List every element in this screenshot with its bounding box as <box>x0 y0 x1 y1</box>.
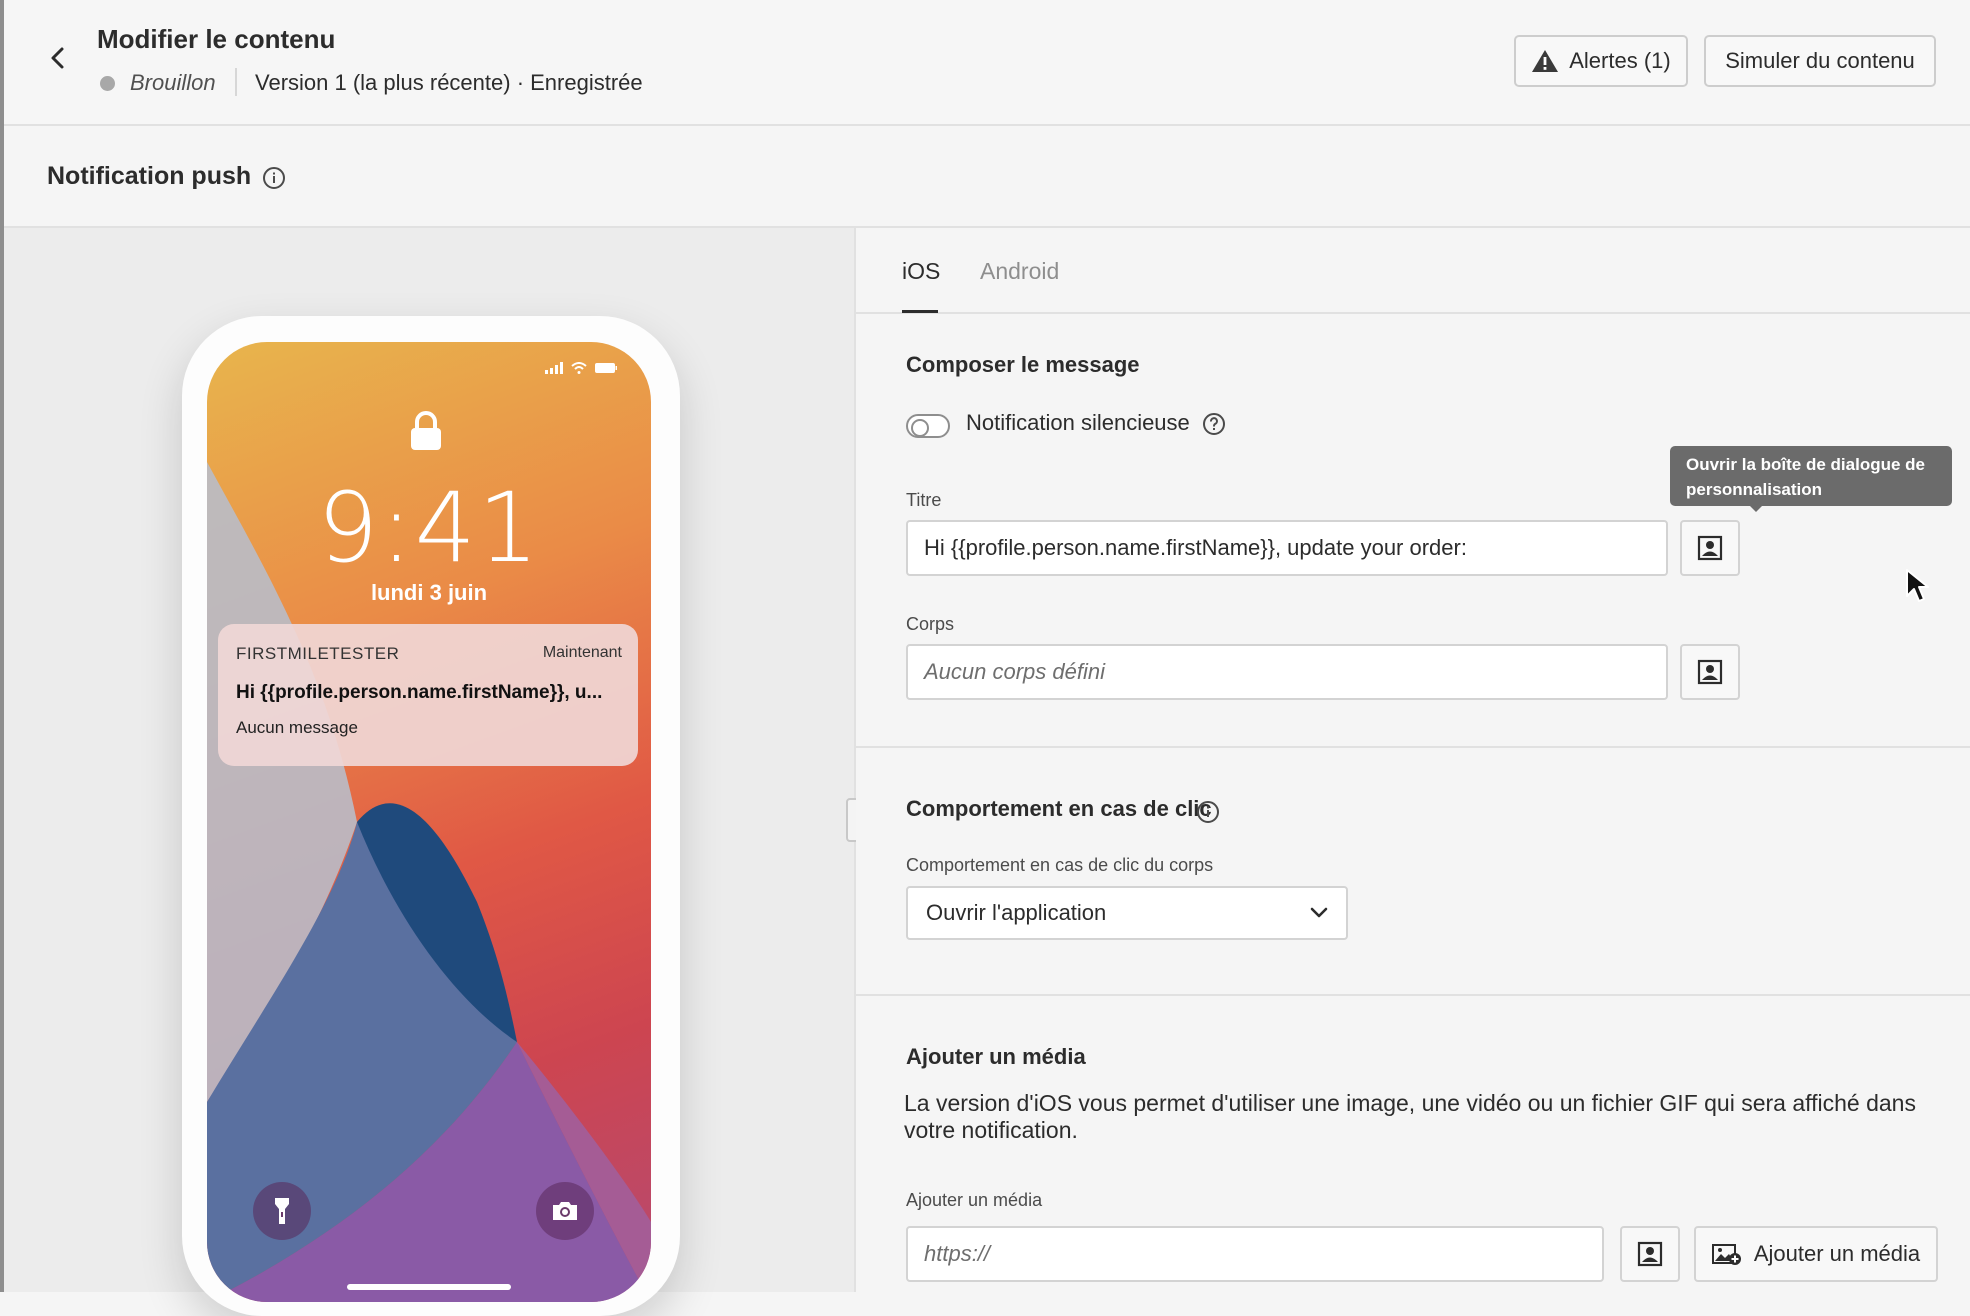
media-heading: Ajouter un média <box>906 1044 1086 1069</box>
active-tab-indicator <box>902 310 938 313</box>
status-dot <box>100 76 115 91</box>
silent-notification-toggle[interactable] <box>906 414 950 438</box>
simulate-content-button[interactable]: Simuler du contenu <box>1704 35 1936 87</box>
flashlight-icon <box>275 1198 289 1224</box>
mouse-cursor-icon <box>1905 568 1931 609</box>
compose-heading: Composer le message <box>906 352 1140 377</box>
notification-card: FIRSTMILETESTER Maintenant Hi {{profile.… <box>218 624 638 766</box>
alert-triangle-icon <box>1532 50 1559 72</box>
body-field-label: Corps <box>906 614 955 634</box>
tab-ios[interactable]: iOS <box>902 258 940 285</box>
personalization-icon <box>1697 659 1723 685</box>
header: Modifier le contenu Brouillon Version 1 … <box>4 0 1970 126</box>
add-media-button[interactable]: Ajouter un média <box>1694 1226 1938 1282</box>
click-behavior-heading: Comportement en cas de clic <box>906 796 1212 821</box>
toggle-knob <box>911 419 929 437</box>
lock-screen-date: lundi 3 juin <box>370 580 488 605</box>
lock-screen-clock: 9:41 <box>317 472 541 584</box>
flashlight-button <box>253 1182 311 1240</box>
media-description: La version d'iOS vous permet d'utiliser … <box>904 1090 1916 1143</box>
status-separator <box>235 68 237 96</box>
tooltip-arrow <box>1748 504 1764 512</box>
body-placeholder: Aucun corps défini <box>924 659 1105 684</box>
add-media-label: Ajouter un média <box>1753 1241 1921 1266</box>
notification-timestamp: Maintenant <box>542 644 622 661</box>
camera-icon <box>553 1202 577 1220</box>
version-label: Version 1 (la plus récente) · Enregistré… <box>255 70 643 95</box>
editor-pane: iOS Android Composer le message Notifica… <box>856 228 1970 1292</box>
preview-pane: 9:41 lundi 3 juin FIRSTMILETESTER Mainte… <box>4 228 856 1316</box>
title-personalization-button[interactable] <box>1680 520 1740 576</box>
page-title: Modifier le contenu <box>97 24 336 54</box>
personalization-icon <box>1637 1241 1663 1267</box>
click-behavior-select[interactable]: Ouvrir l'application <box>906 886 1348 940</box>
back-button[interactable] <box>44 44 72 72</box>
phone-screen: 9:41 lundi 3 juin FIRSTMILETESTER Mainte… <box>207 342 651 1302</box>
phone-frame: 9:41 lundi 3 juin FIRSTMILETESTER Mainte… <box>182 316 680 1316</box>
platform-tabs: iOS Android <box>856 228 1970 314</box>
section-title: Notification push <box>47 162 252 190</box>
section-divider <box>856 994 1970 996</box>
media-field-label: Ajouter un média <box>906 1190 1043 1210</box>
notification-title: Hi {{profile.person.name.firstName}}, u.… <box>236 682 603 703</box>
alerts-label: Alertes (1) <box>1569 48 1671 73</box>
notification-app-name: FIRSTMILETESTER <box>236 644 400 663</box>
info-icon[interactable] <box>262 166 286 190</box>
click-behavior-field-label: Comportement en cas de clic du corps <box>906 855 1214 875</box>
chevron-down-icon <box>1310 907 1328 918</box>
help-icon[interactable] <box>1202 412 1226 436</box>
personalization-tooltip: Ouvrir la boîte de dialogue de personnal… <box>1670 446 1952 506</box>
silent-notification-label: Notification silencieuse <box>966 410 1190 435</box>
media-url-input[interactable]: https:// <box>906 1226 1604 1282</box>
media-personalization-button[interactable] <box>1620 1226 1680 1282</box>
home-indicator <box>347 1284 511 1290</box>
status-label: Brouillon <box>130 70 216 95</box>
signal-icon <box>545 362 563 374</box>
simulate-label: Simuler du contenu <box>1725 48 1915 73</box>
notification-body: Aucun message <box>236 718 358 737</box>
click-behavior-value: Ouvrir l'application <box>926 900 1107 925</box>
body-input[interactable]: Aucun corps défini <box>906 644 1668 700</box>
title-field-label: Titre <box>906 490 942 510</box>
info-icon[interactable] <box>1196 800 1220 824</box>
battery-icon <box>595 363 617 373</box>
personalization-icon <box>1697 535 1723 561</box>
status-bar-icons <box>545 362 617 374</box>
chevron-left-icon <box>51 47 64 69</box>
add-image-icon <box>1711 1244 1741 1265</box>
body-personalization-button[interactable] <box>1680 644 1740 700</box>
wifi-icon <box>571 362 587 374</box>
alerts-button[interactable]: Alertes (1) <box>1514 35 1688 87</box>
lock-icon <box>409 410 443 457</box>
section-divider <box>856 746 1970 748</box>
section-bar: Notification push <box>4 126 1970 228</box>
media-url-placeholder: https:// <box>924 1241 991 1266</box>
title-input[interactable]: Hi {{profile.person.name.firstName}}, up… <box>906 520 1668 576</box>
tab-android[interactable]: Android <box>980 258 1059 285</box>
camera-button <box>536 1182 594 1240</box>
